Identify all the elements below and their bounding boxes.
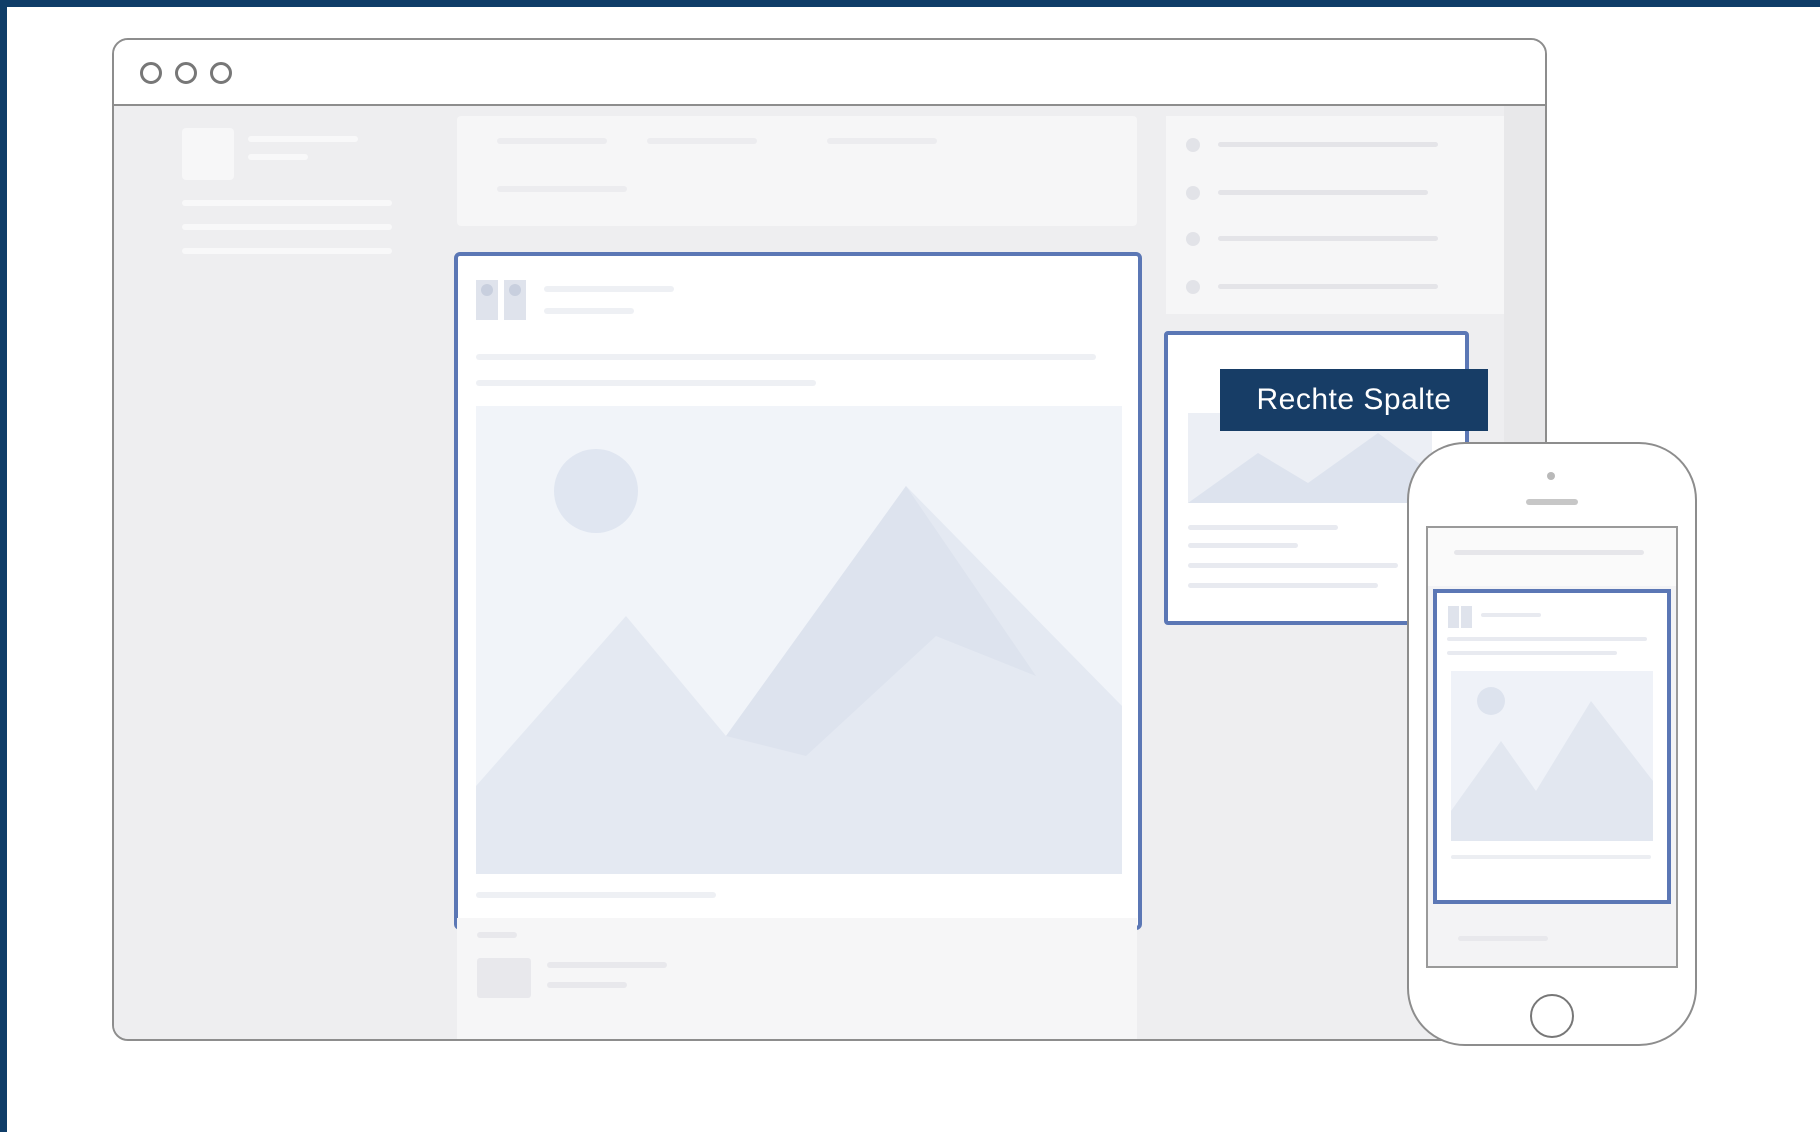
placeholder-line xyxy=(1188,563,1398,568)
placeholder-line xyxy=(182,248,392,254)
phone-topbar xyxy=(1428,528,1676,586)
placeholder-line xyxy=(1188,583,1378,588)
window-dot-icon xyxy=(210,62,232,84)
phone-speaker-icon xyxy=(1526,499,1578,505)
phone-camera-icon xyxy=(1547,472,1555,480)
illustration-canvas: Rechte Spalte xyxy=(7,7,1820,1132)
placeholder-line xyxy=(547,982,627,988)
mountain-image-icon xyxy=(476,406,1122,874)
window-dot-icon xyxy=(140,62,162,84)
mobile-phone-mockup xyxy=(1407,442,1697,1046)
browser-titlebar xyxy=(114,40,1545,106)
composer-placeholder xyxy=(457,116,1137,226)
right-column-label: Rechte Spalte xyxy=(1220,369,1488,431)
placeholder-line xyxy=(182,200,392,206)
left-sidebar-placeholder xyxy=(172,122,392,322)
feed-card-placeholder xyxy=(457,918,1137,1039)
placeholder-line xyxy=(476,380,816,386)
placeholder-line xyxy=(1481,613,1541,617)
placeholder-line xyxy=(647,138,757,144)
placeholder-line xyxy=(477,958,531,998)
phone-screen xyxy=(1426,526,1678,968)
placeholder-line xyxy=(544,308,634,314)
placeholder-line xyxy=(476,354,1096,360)
placeholder-line xyxy=(497,186,627,192)
placeholder-line xyxy=(1447,637,1647,641)
placeholder-line xyxy=(1188,543,1298,548)
window-dot-icon xyxy=(175,62,197,84)
placeholder-line xyxy=(248,136,358,142)
desktop-browser-mockup xyxy=(112,38,1547,1041)
right-widget-placeholder xyxy=(1166,116,1504,314)
user-avatar-icon xyxy=(474,278,528,322)
list-item xyxy=(1186,134,1446,160)
placeholder-line xyxy=(182,224,392,230)
placeholder-line xyxy=(497,138,607,144)
placeholder-line xyxy=(1458,936,1548,941)
placeholder-line xyxy=(547,962,667,968)
mobile-news-feed-placement-box xyxy=(1433,589,1671,904)
placeholder-line xyxy=(248,154,308,160)
mountain-image-icon xyxy=(1451,671,1653,841)
list-item xyxy=(1186,276,1446,302)
placeholder-line xyxy=(827,138,937,144)
list-item xyxy=(1186,228,1446,254)
placeholder-line xyxy=(477,932,517,938)
placeholder-line xyxy=(544,286,674,292)
profile-picture-placeholder xyxy=(182,128,234,180)
placeholder-line xyxy=(476,892,716,898)
user-avatar-icon xyxy=(1447,605,1473,629)
browser-viewport xyxy=(114,106,1545,1039)
list-item xyxy=(1186,182,1446,208)
home-button-icon xyxy=(1530,994,1574,1038)
placeholder-line xyxy=(1451,855,1651,859)
news-feed-placement-box xyxy=(454,252,1142,930)
placeholder-line xyxy=(1447,651,1617,655)
placeholder-line xyxy=(1188,525,1338,530)
